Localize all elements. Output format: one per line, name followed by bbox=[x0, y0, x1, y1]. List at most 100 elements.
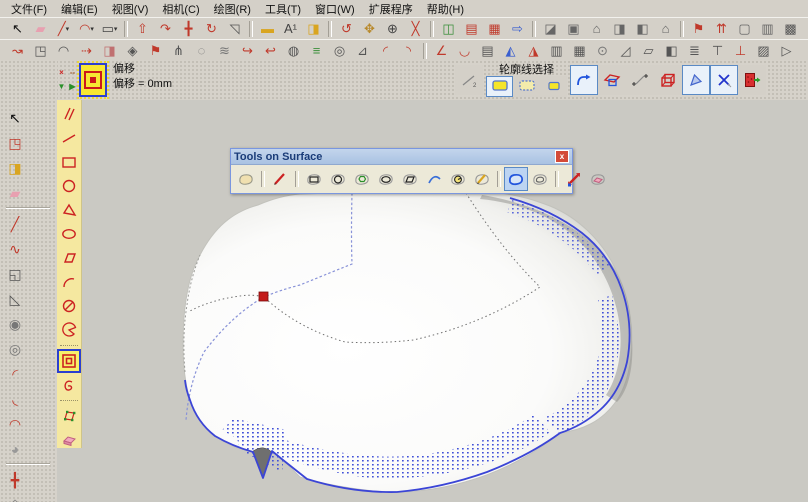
dropdown-arrow-icon[interactable]: ▾ bbox=[66, 25, 70, 33]
page-curl-tool[interactable]: ▷ bbox=[775, 40, 798, 61]
flag-box-tool[interactable]: ⚑ bbox=[144, 40, 167, 61]
zoom-tool[interactable]: ⊕ bbox=[381, 18, 404, 39]
paint-roller-tool[interactable]: ◨ bbox=[98, 40, 121, 61]
line-on-surface-tool[interactable] bbox=[57, 126, 81, 150]
scale-tool[interactable]: ◹ bbox=[223, 18, 246, 39]
followme-on-surface-button[interactable] bbox=[562, 167, 586, 191]
pie-on-surface-button[interactable] bbox=[446, 167, 470, 191]
contour-dashed-button[interactable] bbox=[513, 76, 540, 97]
view-iso-button[interactable]: ◪ bbox=[539, 18, 562, 39]
dropdown-arrow-icon[interactable]: ▾ bbox=[90, 25, 94, 33]
red-box-button[interactable] bbox=[654, 65, 682, 95]
view-front-button[interactable]: ⌂ bbox=[585, 18, 608, 39]
hook-tool[interactable]: ↩ bbox=[259, 40, 282, 61]
ellipse-on-surface-button[interactable] bbox=[374, 167, 398, 191]
circle-sketch-tool[interactable]: ◌ bbox=[190, 40, 213, 61]
menu-item-camera[interactable]: 相机(C) bbox=[155, 0, 206, 18]
blade-tool[interactable]: ◡ bbox=[453, 40, 476, 61]
freehand-on-surface-button[interactable] bbox=[470, 167, 494, 191]
cross-lines-button[interactable] bbox=[710, 65, 738, 95]
box-diamond-tool[interactable]: ◈ bbox=[121, 40, 144, 61]
dropdown-arrow-icon[interactable]: ▾ bbox=[114, 25, 118, 33]
polygon-points-on-surface-tool[interactable] bbox=[57, 404, 81, 428]
dock-arc-tool[interactable]: ◜ bbox=[1, 361, 29, 386]
offset-contour-button[interactable] bbox=[528, 167, 552, 191]
arc-on-surface-tool[interactable] bbox=[57, 270, 81, 294]
bend-arrow-button[interactable] bbox=[570, 65, 598, 95]
fence-a-tool[interactable]: ▥ bbox=[545, 40, 568, 61]
dock-select-tool[interactable]: ↖ bbox=[1, 105, 29, 130]
offset-on-surface-tool[interactable] bbox=[57, 349, 81, 373]
zoom-extents-tool[interactable]: ╳ bbox=[404, 18, 427, 39]
collapse-measure-button[interactable]: -- bbox=[66, 65, 79, 80]
dock-line-tool[interactable]: ╱ bbox=[1, 211, 29, 236]
tape-measure-tool[interactable]: ▬ bbox=[256, 18, 279, 39]
offset-active-tool-icon[interactable] bbox=[79, 63, 107, 97]
menu-item-tools[interactable]: 工具(T) bbox=[258, 0, 308, 18]
arc-tool[interactable]: ◠▾ bbox=[75, 18, 98, 39]
tools-on-surface-window[interactable]: Tools on Surface x bbox=[230, 148, 573, 194]
close-icon[interactable]: x bbox=[555, 150, 569, 163]
line-on-surface-button[interactable] bbox=[268, 167, 292, 191]
extrude-tool[interactable]: ▤ bbox=[476, 40, 499, 61]
shell-tool[interactable]: ◍ bbox=[282, 40, 305, 61]
eraser-on-surface-button[interactable] bbox=[586, 167, 610, 191]
parallelogram-on-surface-button[interactable] bbox=[398, 167, 422, 191]
drum-tool[interactable]: ◎ bbox=[328, 40, 351, 61]
panel-fold-tool[interactable]: ▱ bbox=[637, 40, 660, 61]
menu-item-extensions[interactable]: 扩展程序 bbox=[362, 0, 420, 18]
corner-arc-tool[interactable]: ◜ bbox=[374, 40, 397, 61]
orbit-tool[interactable]: ↺ bbox=[335, 18, 358, 39]
text-label-tool[interactable]: A¹ bbox=[279, 18, 302, 39]
dock-freehand-tool[interactable]: ∿ bbox=[1, 236, 29, 261]
corner-arc2-tool[interactable]: ◝ bbox=[397, 40, 420, 61]
move-tool[interactable]: ╋ bbox=[177, 18, 200, 39]
line-tool[interactable]: ╱▾ bbox=[52, 18, 75, 39]
dock-make-component-tool[interactable]: ◳ bbox=[1, 130, 29, 155]
funnel-tool[interactable]: ⊤ bbox=[706, 40, 729, 61]
circle-slash-on-surface-tool[interactable] bbox=[57, 294, 81, 318]
polyline-tool[interactable]: ◳ bbox=[29, 40, 52, 61]
menu-item-view[interactable]: 视图(V) bbox=[105, 0, 156, 18]
plugin-window-tool[interactable]: ▢ bbox=[733, 18, 756, 39]
menu-item-help[interactable]: 帮助(H) bbox=[420, 0, 471, 18]
menu-item-file[interactable]: 文件(F) bbox=[4, 0, 54, 18]
curve-hook-tool[interactable]: ↪ bbox=[236, 40, 259, 61]
rectangle-on-surface-tool[interactable] bbox=[57, 150, 81, 174]
wedge-tool[interactable]: ⊿ bbox=[351, 40, 374, 61]
cone-tool[interactable]: ◭ bbox=[499, 40, 522, 61]
pie-on-surface-tool[interactable] bbox=[57, 318, 81, 342]
follow-me-tool[interactable]: ↷ bbox=[154, 18, 177, 39]
face-on-surface-button[interactable] bbox=[234, 167, 258, 191]
cloud-tool[interactable]: ≋ bbox=[213, 40, 236, 61]
section-plane-tool[interactable]: ◫ bbox=[437, 18, 460, 39]
rectangle-on-surface-button[interactable] bbox=[302, 167, 326, 191]
menu-item-edit[interactable]: 编辑(E) bbox=[54, 0, 105, 18]
triangle-select-button[interactable] bbox=[682, 65, 710, 95]
rotate-tool[interactable]: ↻ bbox=[200, 18, 223, 39]
dock-rectangle-tool[interactable]: ◱ bbox=[1, 261, 29, 286]
fence-b-tool[interactable]: ▦ bbox=[568, 40, 591, 61]
contour-solid-button[interactable] bbox=[486, 76, 513, 97]
arc-center-tool[interactable]: ◠ bbox=[52, 40, 75, 61]
exit-door-button[interactable] bbox=[738, 65, 766, 95]
dock-rotated-rectangle-tool[interactable]: ◺ bbox=[1, 286, 29, 311]
dock-circle-tool[interactable]: ◉ bbox=[1, 311, 29, 336]
circle-on-surface-button[interactable] bbox=[326, 167, 350, 191]
parallel-lines-on-surface-tool[interactable] bbox=[57, 102, 81, 126]
grass-brush-tool[interactable]: ≡ bbox=[305, 40, 328, 61]
view-back-button[interactable]: ◧ bbox=[631, 18, 654, 39]
ramp-tool[interactable]: ▨ bbox=[752, 40, 775, 61]
plus-line-button[interactable] bbox=[626, 65, 654, 95]
select-tool[interactable]: ↖ bbox=[6, 18, 29, 39]
view-right-button[interactable]: ◨ bbox=[608, 18, 631, 39]
view-left-button[interactable]: ⌂ bbox=[654, 18, 677, 39]
curve-nodes-tool[interactable]: ⇢ bbox=[75, 40, 98, 61]
paint-bucket-tool[interactable]: ◨ bbox=[302, 18, 325, 39]
tools-on-surface-titlebar[interactable]: Tools on Surface x bbox=[231, 149, 572, 165]
dock-pie-tool[interactable]: ◟ bbox=[1, 386, 29, 411]
dock-push-pull-tool[interactable]: ⇧ bbox=[1, 492, 29, 502]
angle-tool[interactable]: ∠ bbox=[430, 40, 453, 61]
circle-on-surface-tool[interactable] bbox=[57, 174, 81, 198]
round-brush-tool[interactable]: ⊙ bbox=[591, 40, 614, 61]
